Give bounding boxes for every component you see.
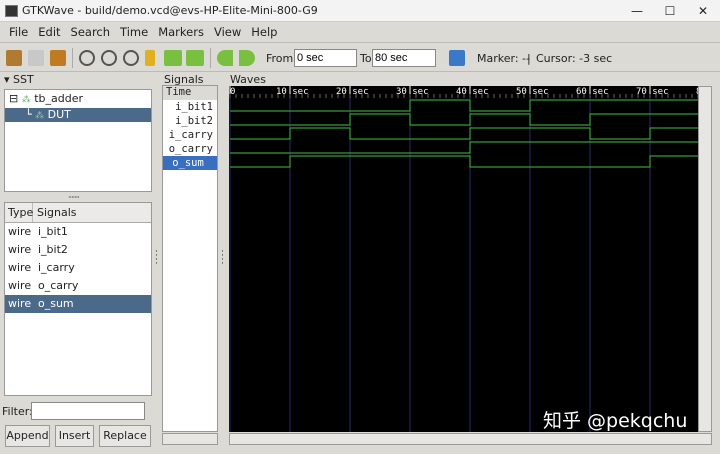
zoom-fit-icon[interactable] bbox=[79, 50, 95, 66]
from-label: From: bbox=[266, 52, 297, 65]
cursor-readout: Cursor: -3 sec bbox=[536, 52, 613, 65]
pane-splitter[interactable]: ······· bbox=[68, 193, 80, 202]
tick-label: 60 sec bbox=[576, 87, 609, 97]
app-icon bbox=[5, 5, 18, 17]
signal-type: wire bbox=[8, 279, 32, 292]
tree-item-label: tb_adder bbox=[34, 92, 84, 105]
jump-end-icon[interactable] bbox=[186, 50, 204, 66]
signal-entry[interactable]: o_carry bbox=[163, 142, 217, 156]
hierarchy-tree: ⊟ ⁂ tb_adder └ ⁂ DUT bbox=[4, 89, 152, 192]
right-arrow-icon[interactable] bbox=[239, 50, 255, 66]
undo-zoom-icon[interactable] bbox=[145, 50, 155, 66]
append-button[interactable]: Append bbox=[5, 425, 50, 447]
maximize-button[interactable]: ☐ bbox=[655, 2, 685, 20]
waveform-i-bit1 bbox=[230, 99, 698, 112]
menu-file[interactable]: File bbox=[4, 22, 33, 42]
tick-label: 10 sec bbox=[276, 87, 309, 97]
tick-label: 30 sec bbox=[396, 87, 429, 97]
menu-markers[interactable]: Markers bbox=[153, 22, 209, 42]
signal-row[interactable]: wire i_bit2 bbox=[5, 241, 151, 259]
minimize-button[interactable]: — bbox=[622, 2, 652, 20]
sst-title: SST bbox=[13, 73, 34, 86]
tick-label: 70 sec bbox=[636, 87, 669, 97]
close-button[interactable]: ✕ bbox=[688, 2, 718, 20]
signal-type: wire bbox=[8, 297, 32, 310]
menu-time[interactable]: Time bbox=[115, 22, 153, 42]
waves-vscrollbar[interactable] bbox=[698, 86, 712, 432]
waves-hscrollbar[interactable] bbox=[229, 433, 712, 445]
paste-icon[interactable] bbox=[50, 50, 66, 66]
title-bar: GTKWave - build/demo.vcd@evs-HP-Elite-Mi… bbox=[0, 0, 720, 22]
tick-label: 40 sec bbox=[456, 87, 489, 97]
pane-splitter[interactable]: · · · · bbox=[155, 248, 158, 269]
menu-edit[interactable]: Edit bbox=[33, 22, 65, 42]
signal-entry[interactable]: i_carry bbox=[163, 128, 217, 142]
signal-row[interactable]: wire o_sum bbox=[5, 295, 151, 313]
waveform-i-bit2 bbox=[230, 113, 698, 126]
sst-expander-icon[interactable]: ▾ bbox=[4, 73, 10, 86]
cut-icon[interactable] bbox=[6, 50, 22, 66]
signal-type: wire bbox=[8, 243, 32, 256]
signal-entry[interactable]: i_bit1 bbox=[163, 100, 217, 114]
signal-row[interactable]: wire i_bit1 bbox=[5, 223, 151, 241]
signals-list: Type Signals wire i_bit1 wire i_bit2 wire i_c… bbox=[4, 202, 152, 396]
menu-help[interactable]: Help bbox=[246, 22, 282, 42]
waveform-o-carry bbox=[230, 141, 698, 154]
signal-name: i_bit1 bbox=[38, 225, 68, 238]
signal-name: i_bit2 bbox=[38, 243, 68, 256]
filter-input[interactable] bbox=[31, 402, 145, 420]
signal-name: o_carry bbox=[38, 279, 79, 292]
column-header-type[interactable]: Type bbox=[5, 203, 33, 222]
signal-entry[interactable]: i_bit2 bbox=[163, 114, 217, 128]
waveform-svg: 0 10 sec 20 sec 30 sec 40 sec 50 sec 60 sec 70 … bbox=[229, 86, 711, 432]
copy-icon[interactable] bbox=[28, 50, 44, 66]
separator-text: | bbox=[527, 52, 531, 65]
window-title: GTKWave - build/demo.vcd@evs-HP-Elite-Mi… bbox=[22, 4, 318, 17]
signal-type: wire bbox=[8, 225, 32, 238]
menu-bar: File Edit Search Time Markers View Help bbox=[0, 22, 720, 42]
filter-label: Filter: bbox=[2, 405, 33, 418]
menu-view[interactable]: View bbox=[209, 22, 246, 42]
tree-item-label: DUT bbox=[47, 108, 71, 121]
tree-item-dut[interactable]: └ ⁂ DUT bbox=[5, 108, 151, 122]
separator bbox=[210, 48, 211, 68]
pane-splitter[interactable]: · · · · bbox=[221, 248, 224, 269]
signal-name: o_sum bbox=[38, 297, 74, 310]
toolbar: From: To: Marker: -- | Cursor: -3 sec bbox=[0, 42, 720, 72]
menu-search[interactable]: Search bbox=[66, 22, 116, 42]
signals-pane: Time i_bit1 i_bit2 i_carry o_carry o_sum bbox=[162, 85, 218, 432]
signal-row[interactable]: wire o_carry bbox=[5, 277, 151, 295]
column-header-signals[interactable]: Signals bbox=[33, 203, 77, 222]
tick-label: 50 sec bbox=[516, 87, 549, 97]
left-arrow-icon[interactable] bbox=[217, 50, 233, 66]
from-input[interactable] bbox=[294, 49, 357, 67]
signal-entry[interactable]: o_sum bbox=[163, 156, 217, 170]
separator bbox=[72, 48, 73, 68]
replace-button[interactable]: Replace bbox=[99, 425, 151, 447]
to-input[interactable] bbox=[372, 49, 436, 67]
marker-readout: Marker: -- bbox=[477, 52, 530, 65]
tick-label: 20 sec bbox=[336, 87, 369, 97]
tree-item-tb-adder[interactable]: ⊟ ⁂ tb_adder bbox=[5, 90, 151, 108]
waves-title: Waves bbox=[230, 73, 266, 86]
signal-type: wire bbox=[8, 261, 32, 274]
signal-name: i_carry bbox=[38, 261, 75, 274]
signal-row[interactable]: wire i_carry bbox=[5, 259, 151, 277]
zoom-in-icon[interactable] bbox=[101, 50, 117, 66]
waveform-canvas[interactable]: 0 10 sec 20 sec 30 sec 40 sec 50 sec 60 sec 70 … bbox=[229, 86, 711, 432]
time-header: Time bbox=[163, 86, 217, 100]
reload-icon[interactable] bbox=[449, 50, 465, 66]
jump-start-icon[interactable] bbox=[164, 50, 182, 66]
tick-label: 0 bbox=[230, 87, 235, 97]
waveform-o-sum bbox=[230, 155, 698, 168]
watermark: 知乎 @pekqchu bbox=[543, 410, 688, 432]
insert-button[interactable]: Insert bbox=[55, 425, 94, 447]
signals-hscrollbar[interactable] bbox=[162, 433, 218, 445]
zoom-out-icon[interactable] bbox=[123, 50, 139, 66]
waveform-i-carry bbox=[230, 127, 698, 140]
